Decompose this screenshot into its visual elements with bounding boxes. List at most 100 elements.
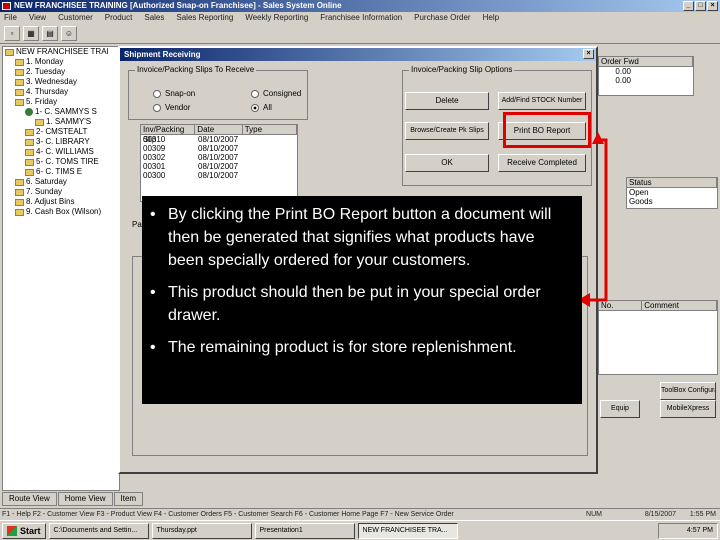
list-header: Inv/Packing Slip Date Type xyxy=(141,125,297,144)
status-grid: Status Open Goods xyxy=(626,177,718,209)
tree-item[interactable]: 5- C. TOMS TIRE xyxy=(3,157,119,167)
toolbar: ▫ ▦ ▤ ☺ xyxy=(0,24,720,44)
task-thursday-ppt[interactable]: Thursday.ppt xyxy=(151,522,252,539)
tab-home-view[interactable]: Home View xyxy=(57,492,113,506)
col-type[interactable]: Type xyxy=(243,125,297,134)
status-value: Goods xyxy=(629,197,653,206)
radio-circle[interactable] xyxy=(251,103,259,112)
ok-button[interactable]: OK xyxy=(405,154,489,172)
col-date[interactable]: Date xyxy=(195,125,243,134)
print-icon[interactable]: ▤ xyxy=(42,26,58,41)
menu-view[interactable]: View xyxy=(29,12,46,24)
menu-product[interactable]: Product xyxy=(105,12,133,24)
tree-item[interactable]: 1. Monday xyxy=(3,57,119,67)
minimize-icon[interactable]: _ xyxy=(683,1,694,11)
order-fwd-header: Order Fwd xyxy=(599,57,693,66)
tab-route-view[interactable]: Route View xyxy=(2,492,57,506)
menu-customer[interactable]: Customer xyxy=(58,12,93,24)
tree-item[interactable]: 1- C. SAMMYS S xyxy=(3,107,119,117)
folder-icon xyxy=(15,188,24,196)
browse-slips-button[interactable]: Browse/Create Pk Slips xyxy=(405,122,489,140)
slip-date: 08/10/2007 xyxy=(198,171,239,180)
radio-vendor[interactable]: Vendor xyxy=(153,103,190,112)
task-presentation1[interactable]: Presentation1 xyxy=(254,522,355,539)
app-title: NEW FRANCHISEE TRAINING [Authorized Snap… xyxy=(14,1,342,10)
tree-item[interactable]: 5. Friday xyxy=(3,97,119,107)
equip-button[interactable]: Equip xyxy=(600,400,640,418)
callout-bullet: The remaining product is for store reple… xyxy=(150,336,574,359)
tree-item[interactable]: 7. Sunday xyxy=(3,187,119,197)
slip-number: 00300 xyxy=(143,171,166,180)
tab-item[interactable]: Item xyxy=(113,492,144,506)
menu-sales-reporting[interactable]: Sales Reporting xyxy=(176,12,233,24)
delete-button[interactable]: Delete xyxy=(405,92,489,110)
radio-consigned[interactable]: Consigned xyxy=(251,89,301,98)
tree-item-label: 1. Monday xyxy=(26,57,64,66)
radio-circle[interactable] xyxy=(153,103,161,112)
comment-header: Comment xyxy=(642,301,717,310)
folder-icon xyxy=(15,98,24,106)
menu-purchase-order[interactable]: Purchase Order xyxy=(414,12,470,24)
tree-item-label: 1- C. SAMMYS S xyxy=(35,107,97,116)
app-icon xyxy=(2,2,11,10)
start-button[interactable]: Start xyxy=(2,522,46,539)
task-explorer[interactable]: C:\Documents and Settin... xyxy=(48,522,149,539)
radio-snapon[interactable]: Snap-on xyxy=(153,89,195,98)
folder-icon xyxy=(15,208,24,216)
maximize-icon[interactable]: □ xyxy=(695,1,706,11)
tree-item[interactable]: 9. Cash Box (Wilson) xyxy=(3,207,119,217)
close-icon[interactable]: × xyxy=(707,1,718,11)
tree-item[interactable]: 8. Adjust Bins xyxy=(3,197,119,207)
tree-item[interactable]: 4. Thursday xyxy=(3,87,119,97)
mobilexpress-button[interactable]: MobileXpress xyxy=(660,400,716,418)
radio-circle[interactable] xyxy=(153,89,161,98)
folder-icon xyxy=(15,198,24,206)
tree-item[interactable]: 2- CMSTEALT xyxy=(3,127,119,137)
menu-file[interactable]: File xyxy=(4,12,17,24)
tree-item[interactable]: 4- C. WILLIAMS xyxy=(3,147,119,157)
menu-sales[interactable]: Sales xyxy=(144,12,164,24)
packing-slip-list[interactable]: Inv/Packing Slip Date Type 00310 08/10/20… xyxy=(140,124,298,202)
comment-grid: No. Comment xyxy=(598,300,718,375)
slip-number: 00302 xyxy=(143,153,166,162)
radio-all[interactable]: All xyxy=(251,103,272,112)
status-header: Status xyxy=(627,178,717,187)
table-row[interactable]: 00302 08/10/2007 xyxy=(141,153,297,162)
table-row[interactable]: 00310 08/10/2007 xyxy=(141,135,297,144)
route-tree: NEW FRANCHISEE TRAI 1. Monday 2. Tuesday 3.… xyxy=(2,46,120,491)
tree-item[interactable]: NEW FRANCHISEE TRAI xyxy=(3,47,119,57)
status-date: 8/15/2007 xyxy=(644,511,676,518)
callout-bullet: This product should then be put in your … xyxy=(150,281,574,327)
tree-item[interactable]: 1. SAMMY'S xyxy=(3,117,119,127)
dialog-close-icon[interactable]: × xyxy=(583,49,594,59)
tree-item[interactable]: 2. Tuesday xyxy=(3,67,119,77)
toolbox-configurator-button[interactable]: ToolBox Configurator xyxy=(660,382,716,400)
menu-help[interactable]: Help xyxy=(483,12,499,24)
slip-number: 00301 xyxy=(143,162,166,171)
menu-weekly-reporting[interactable]: Weekly Reporting xyxy=(245,12,308,24)
folder-icon xyxy=(15,178,24,186)
tree-item-label: 4. Thursday xyxy=(26,87,69,96)
slip-options-label: Invoice/Packing Slip Options xyxy=(409,65,515,74)
table-row[interactable]: 00300 08/10/2007 xyxy=(141,171,297,180)
table-row[interactable]: 00309 08/10/2007 xyxy=(141,144,297,153)
tree-item[interactable]: 3- C. LIBRARY xyxy=(3,137,119,147)
menu-franchisee-information[interactable]: Franchisee Information xyxy=(320,12,402,24)
tree-item-label: 5- C. TOMS TIRE xyxy=(36,157,99,166)
tree-item[interactable]: 6- C. TIMS E xyxy=(3,167,119,177)
task-sales-system[interactable]: NEW FRANCHISEE TRA... xyxy=(357,522,458,539)
folder-icon xyxy=(25,128,34,136)
radio-circle[interactable] xyxy=(251,89,259,98)
tree-item-label: 3. Wednesday xyxy=(26,77,77,86)
tree-item[interactable]: 6. Saturday xyxy=(3,177,119,187)
customer-icon[interactable]: ☺ xyxy=(61,26,77,41)
receive-completed-button[interactable]: Receive Completed xyxy=(498,154,586,172)
grid-icon[interactable]: ▦ xyxy=(23,26,39,41)
window-controls: _ □ × xyxy=(683,1,718,11)
new-icon[interactable]: ▫ xyxy=(4,26,20,41)
table-row[interactable]: 00301 08/10/2007 xyxy=(141,162,297,171)
col-slip[interactable]: Inv/Packing Slip xyxy=(141,125,196,144)
add-stock-button[interactable]: Add/Find STOCK Number xyxy=(498,92,586,110)
radio-label: All xyxy=(263,103,272,112)
tree-item[interactable]: 3. Wednesday xyxy=(3,77,119,87)
